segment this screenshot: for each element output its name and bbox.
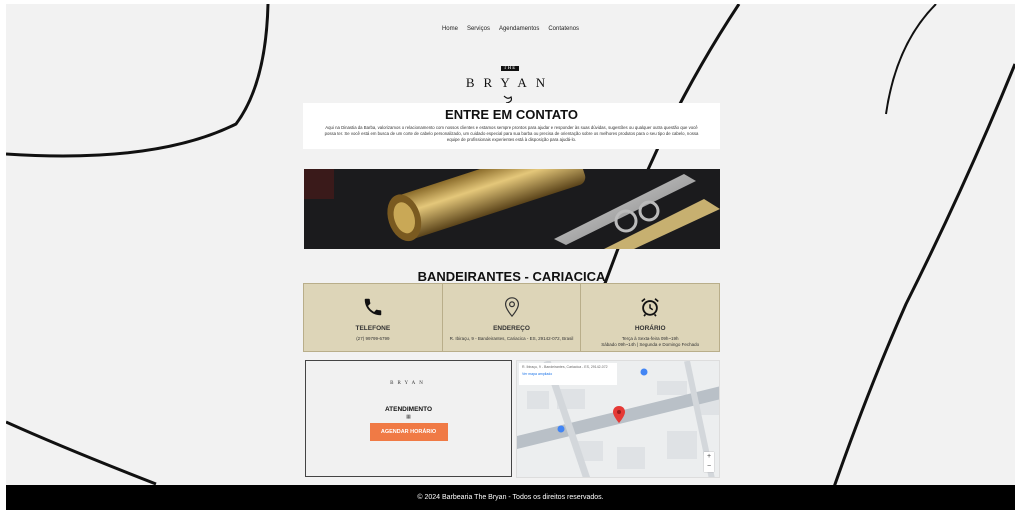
location-title: BANDEIRANTES - CARIACICA (417, 268, 606, 284)
embedded-map[interactable]: R. Ibiraçu, 9 - Bandeirantes, Cariacica … (516, 360, 720, 478)
map-zoom-controls: + − (704, 452, 714, 472)
map-info-card: R. Ibiraçu, 9 - Bandeirantes, Cariacica … (519, 363, 617, 385)
alarm-clock-icon (641, 298, 659, 317)
top-nav: Home Serviços Agendamentos Contatenos (6, 26, 1015, 32)
zoom-out-button[interactable]: − (704, 462, 714, 472)
address-value: R. Ibiraçu, 9 - Bandeirantes, Cariacica … (449, 336, 574, 341)
phone-card: TELEFONE (27) 99799-6799 (304, 284, 443, 351)
calendar-icon: ▦ (406, 414, 411, 420)
footer-copyright: © 2024 Barbearia The Bryan - Todos os di… (417, 494, 604, 501)
nav-home[interactable]: Home (442, 26, 458, 32)
logo-name: BRYAN (465, 75, 555, 90)
location-pin-icon (504, 297, 519, 318)
page-frame: Home Serviços Agendamentos Contatenos TH… (6, 4, 1015, 510)
phone-value[interactable]: (27) 99799-6799 (304, 336, 442, 342)
hours-card: HORÁRIO Terça à Sexta-feira 09h~19h Sába… (581, 284, 719, 351)
phone-icon (364, 298, 382, 316)
contact-title: ENTRE EM CONTATO (445, 107, 578, 122)
schedule-button[interactable]: AGENDAR HORÁRIO (369, 423, 448, 441)
nav-services[interactable]: Serviços (467, 26, 490, 32)
hours-value: Terça à Sexta-feira 09h~19h Sábado 09h~1… (581, 336, 719, 348)
address-title: ENDEREÇO (493, 325, 530, 332)
contact-text: Aqui na Dinastia da Barba, valorizamos o… (324, 125, 699, 142)
booking-panel: BRYAN ATENDIMENTO ▦ AGENDAR HORÁRIO (305, 360, 512, 477)
hours-title: HORÁRIO (634, 325, 666, 332)
nav-bookings[interactable]: Agendamentos (499, 26, 539, 32)
logo-the: THE (500, 66, 520, 71)
footer: © 2024 Barbearia The Bryan - Todos os di… (6, 485, 1015, 510)
nav-contact[interactable]: Contatenos (548, 26, 579, 32)
booking-label: ATENDIMENTO (384, 406, 433, 413)
map-enlarge-link[interactable]: Ver mapa ampliado (522, 372, 614, 376)
contact-intro: ENTRE EM CONTATO Aqui na Dinastia da Bar… (303, 103, 720, 149)
address-card: ENDEREÇO R. Ibiraçu, 9 - Bandeirantes, C… (443, 284, 582, 351)
contact-cards: TELEFONE (27) 99799-6799 ENDEREÇO R. Ibi… (303, 283, 720, 352)
map-address: R. Ibiraçu, 9 - Bandeirantes, Cariacica … (522, 365, 608, 369)
booking-logo: BRYAN (390, 381, 427, 386)
hours-weekend: Sábado 09h~14h | Segunda e Domingo Fecha… (601, 342, 700, 347)
brand-logo[interactable]: THE BRYAN (462, 56, 558, 109)
hero-image-barber-tools (304, 169, 720, 249)
zoom-in-button[interactable]: + (704, 452, 714, 462)
phone-title: TELEFONE (355, 325, 391, 332)
